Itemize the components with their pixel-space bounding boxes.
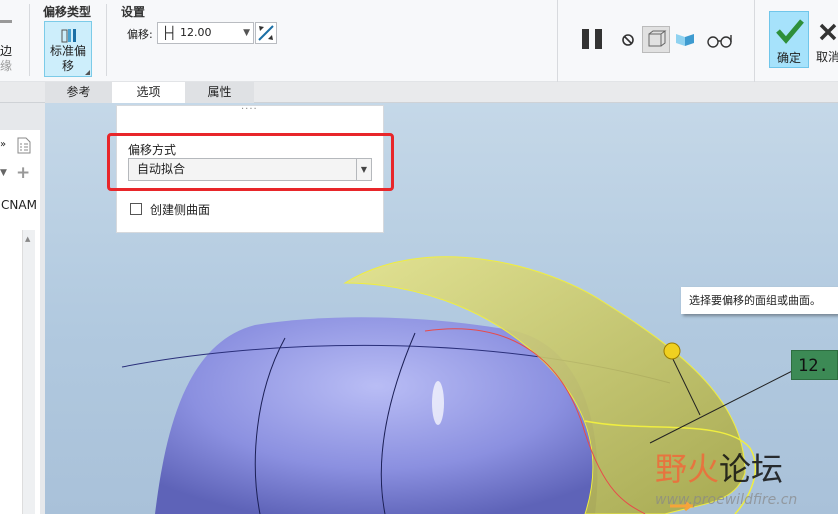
column-header: CNAM [1,198,37,212]
watermark-logo: 野火论坛 [655,444,783,490]
expand-icon[interactable]: » [0,139,6,150]
ok-label: 确定 [776,51,801,65]
dimension-icon: ├┤ [162,26,177,40]
chevron-down-icon[interactable]: ▼ [243,23,250,43]
offset-type-title: 偏移类型 [43,5,92,19]
tab-bar: 参考 选项 属性 [0,82,838,104]
offset-value: 12.00 [180,26,212,39]
partial-icon [0,20,12,23]
cancel-button[interactable]: 取消 [816,11,838,68]
flip-direction-button[interactable] [255,22,277,44]
glasses-icon[interactable] [706,32,734,50]
settings-list-icon[interactable] [17,137,31,154]
tab-properties[interactable]: 属性 [185,82,254,103]
wireframe-box-icon [648,30,667,47]
tab-options[interactable]: 选项 [112,82,185,104]
prompt-tooltip: 选择要偏移的面组或曲面。 [681,287,838,314]
drag-handle[interactable] [663,342,681,360]
divider [29,4,30,76]
watermark-text-2: 论坛 [719,450,784,488]
checkmark-icon [776,19,804,44]
partial-label-2: 缘 [0,59,13,73]
partial-button-label[interactable]: 边缘 [0,44,12,74]
panel-grip[interactable]: ···· [241,104,258,115]
create-side-surface-checkbox[interactable] [130,203,142,215]
highlight [432,381,444,425]
no-preview-icon[interactable] [621,33,635,47]
cancel-label: 取消 [816,50,838,64]
shaded-preview-icon[interactable] [675,31,695,47]
settings-title: 设置 [121,5,146,19]
pause-icon[interactable] [581,28,605,50]
offset-label: 偏移: [127,28,153,41]
highlight-box [107,133,394,191]
tab-references[interactable]: 参考 [45,82,112,103]
divider [557,0,558,82]
partial-label-1: 边 [0,44,13,58]
dropdown-corner-icon [85,70,90,75]
divider [754,0,755,82]
preview-toggle[interactable] [642,26,670,53]
create-side-surface-label: 创建侧曲面 [150,203,211,217]
watermark-text: 野火 [655,450,720,488]
offset-value-input[interactable]: ├┤ 12.00 ▼ [157,22,254,44]
model-tree: » ▼ + CNAM ▲ [0,130,40,514]
scrollbar[interactable]: ▲ [22,230,35,514]
standard-offset-button[interactable]: 标准偏移 [44,21,92,77]
standard-offset-label-1: 标准偏 [49,44,86,58]
divider [106,4,107,76]
add-icon[interactable]: + [16,163,30,183]
close-icon [819,23,837,41]
ribbon-toolbar: 边缘 偏移类型 标准偏移 设置 偏移: ├┤ 12.00 ▼ 确定 取消 [0,0,838,82]
chevron-down-icon[interactable]: ▼ [0,168,7,178]
scroll-up-icon[interactable]: ▲ [23,235,30,243]
offset-surface-icon [61,29,76,43]
dimension-tag[interactable]: 12. [791,350,838,380]
flip-icon [258,25,274,41]
standard-offset-label-2: 移 [61,59,74,73]
ok-button[interactable]: 确定 [769,11,809,68]
watermark-url: www.proewildfire.cn [655,492,798,508]
